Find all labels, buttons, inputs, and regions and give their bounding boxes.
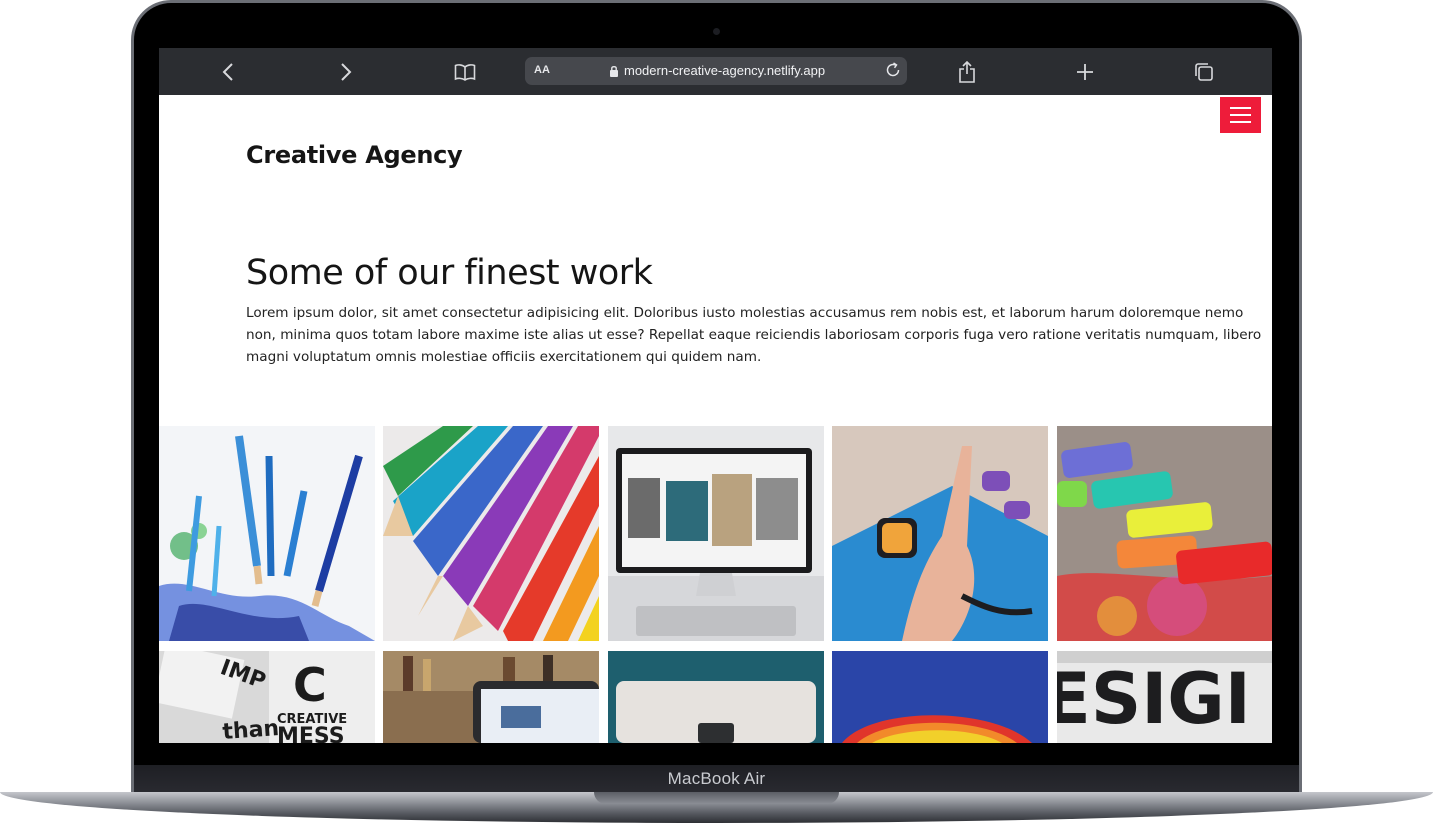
lock-icon: [610, 65, 618, 77]
chevron-right-icon: [341, 62, 352, 81]
reload-icon[interactable]: [884, 61, 902, 79]
device-label: MacBook Air: [667, 769, 766, 788]
hamburger-menu-button[interactable]: [1220, 97, 1261, 133]
gallery-item-smartwatch[interactable]: [832, 426, 1048, 641]
gallery-item-creative-mess[interactable]: C CREATIVE MESS than IMP: [159, 651, 375, 743]
menu-bar-icon: [1230, 121, 1251, 123]
forward-button[interactable]: [335, 48, 357, 95]
menu-bar-icon: [1230, 107, 1251, 109]
gallery-item-rainbow-clay[interactable]: [832, 651, 1048, 743]
camera-icon: [713, 28, 720, 35]
laptop-notch: [594, 792, 839, 804]
site-logo[interactable]: Creative Agency: [246, 141, 463, 169]
section-heading: Some of our finest work: [246, 253, 653, 293]
chevron-left-icon: [222, 62, 233, 81]
gallery-item-laptop-teal[interactable]: [608, 651, 824, 743]
url-display[interactable]: modern-creative-agency.netlify.app: [609, 63, 825, 78]
section-description: Lorem ipsum dolor, sit amet consectetur …: [246, 305, 1262, 365]
gallery-item-design-letters[interactable]: ESIGI: [1057, 651, 1272, 743]
bookmarks-button[interactable]: [452, 48, 478, 95]
gallery-item-desktop-monitor[interactable]: [608, 426, 824, 641]
menu-bar-icon: [1230, 114, 1251, 116]
poster-word-than: than: [222, 716, 280, 743]
new-tab-button[interactable]: [1074, 48, 1096, 95]
gallery-item-chalk-pastels[interactable]: [1057, 426, 1272, 641]
gallery-item-laptop-bookshelf[interactable]: [383, 651, 599, 743]
poster-word-mess: MESS: [277, 724, 345, 743]
gallery-item-colored-pencils[interactable]: [383, 426, 599, 641]
tabs-button[interactable]: [1193, 48, 1215, 95]
book-icon: [454, 63, 476, 81]
url-text: modern-creative-agency.netlify.app: [624, 63, 826, 78]
poster-letter-c: C: [293, 658, 327, 712]
gallery-item-blue-pencils[interactable]: [159, 426, 375, 641]
share-icon: [959, 60, 975, 83]
page-viewport: Creative Agency Some of our finest work …: [159, 95, 1272, 743]
share-button[interactable]: [956, 48, 978, 95]
plus-icon: [1077, 63, 1093, 80]
text-size-button[interactable]: AA: [534, 64, 550, 76]
back-button[interactable]: [217, 48, 239, 95]
design-letters-text: ESIGI: [1057, 658, 1251, 740]
tabs-icon: [1195, 62, 1213, 81]
address-bar[interactable]: AA modern-creative-agency.netlify.app: [525, 57, 907, 85]
